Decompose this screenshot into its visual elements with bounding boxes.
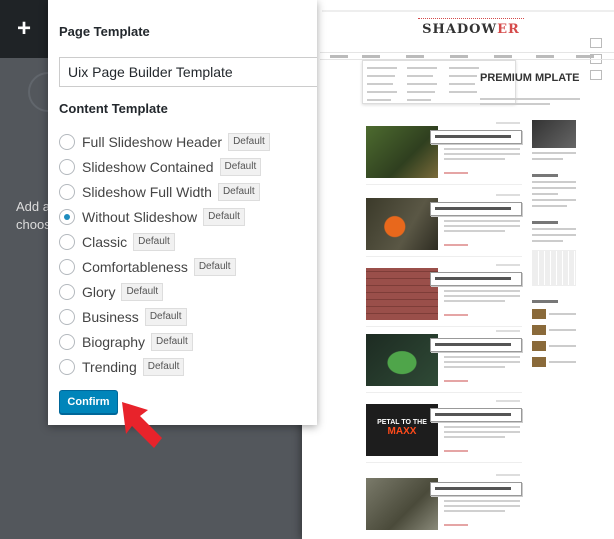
preview-post xyxy=(366,330,522,396)
preview-sidebar xyxy=(532,120,576,367)
radio-button[interactable] xyxy=(59,359,75,375)
preview-nav xyxy=(320,52,614,60)
option-glory[interactable]: Glory Default xyxy=(59,281,164,303)
content-template-label: Content Template xyxy=(59,101,168,116)
option-slideshow-contained[interactable]: Slideshow Contained Default xyxy=(59,156,262,178)
radio-button[interactable] xyxy=(59,284,75,300)
option-label: Comfortableness xyxy=(82,259,188,275)
option-label: Trending xyxy=(82,359,137,375)
option-biography[interactable]: Biography Default xyxy=(59,331,193,353)
default-badge: Default xyxy=(219,158,262,176)
option-business[interactable]: Business Default xyxy=(59,306,187,328)
default-badge: Default xyxy=(144,308,187,326)
template-preview: SHADOWER PREMIUM MPLATE PETAL TO THE MAX… xyxy=(302,0,614,539)
preview-post xyxy=(366,474,522,539)
default-badge: Default xyxy=(203,208,245,226)
preview-post-video: PETAL TO THE MAXX xyxy=(366,400,522,466)
option-without-slideshow[interactable]: Without Slideshow Default xyxy=(59,206,245,228)
preview-header-bar xyxy=(322,10,614,12)
preview-post xyxy=(366,264,522,330)
option-trending[interactable]: Trending Default xyxy=(59,356,185,378)
preview-logo-accent: ER xyxy=(497,22,520,37)
default-badge: Default xyxy=(193,258,236,276)
page-template-label: Page Template xyxy=(59,24,150,39)
radio-button[interactable] xyxy=(59,259,75,275)
default-badge: Default xyxy=(151,333,193,351)
preview-logo-stars xyxy=(418,18,524,21)
option-label: Classic xyxy=(82,234,128,250)
preview-video-caption: PETAL TO THE MAXX xyxy=(374,418,430,437)
template-modal: Page Template Uix Page Builder Template … xyxy=(48,0,317,425)
default-badge: Default xyxy=(121,283,164,301)
red-arrow-icon xyxy=(122,402,162,448)
option-label: Without Slideshow xyxy=(82,209,198,225)
default-badge: Default xyxy=(133,233,175,251)
radio-button[interactable] xyxy=(59,159,75,175)
option-label: Full Slideshow Header xyxy=(82,134,223,150)
option-label: Business xyxy=(82,309,139,325)
radio-button[interactable] xyxy=(59,184,75,200)
option-slideshow-full-width[interactable]: Slideshow Full Width Default xyxy=(59,181,260,203)
default-badge: Default xyxy=(228,133,270,151)
radio-button[interactable] xyxy=(59,334,75,350)
preview-post xyxy=(366,194,522,260)
option-label: Biography xyxy=(82,334,146,350)
preview-post xyxy=(366,122,522,188)
radio-button[interactable] xyxy=(59,134,75,150)
option-full-slideshow-header[interactable]: Full Slideshow Header Default xyxy=(59,131,270,153)
option-comfortableness[interactable]: Comfortableness Default xyxy=(59,256,236,278)
default-badge: Default xyxy=(142,358,185,376)
background-text-line-1: Add a xyxy=(16,199,48,214)
default-badge: Default xyxy=(217,183,260,201)
preview-logo: SHADOWER xyxy=(406,22,536,42)
preview-logo-main: SHADOW xyxy=(422,22,498,37)
option-classic[interactable]: Classic Default xyxy=(59,231,175,253)
option-label: Glory xyxy=(82,284,116,300)
option-label: Slideshow Full Width xyxy=(82,184,212,200)
confirm-button[interactable]: Confirm xyxy=(59,390,118,414)
radio-button[interactable] xyxy=(59,309,75,325)
option-label: Slideshow Contained xyxy=(82,159,214,175)
background-text-line-2: choos xyxy=(16,217,48,232)
page-template-select[interactable]: Uix Page Builder Template xyxy=(59,57,317,87)
preview-hero-title: PREMIUM MPLATE xyxy=(480,72,580,84)
background-help-text: Add a choos xyxy=(16,198,48,234)
preview-hero-subtitle xyxy=(480,98,580,110)
add-block-button[interactable]: + xyxy=(0,0,48,58)
radio-button[interactable] xyxy=(59,234,75,250)
radio-button-selected[interactable] xyxy=(59,209,75,225)
preview-video-text-2: MAXX xyxy=(387,426,417,437)
